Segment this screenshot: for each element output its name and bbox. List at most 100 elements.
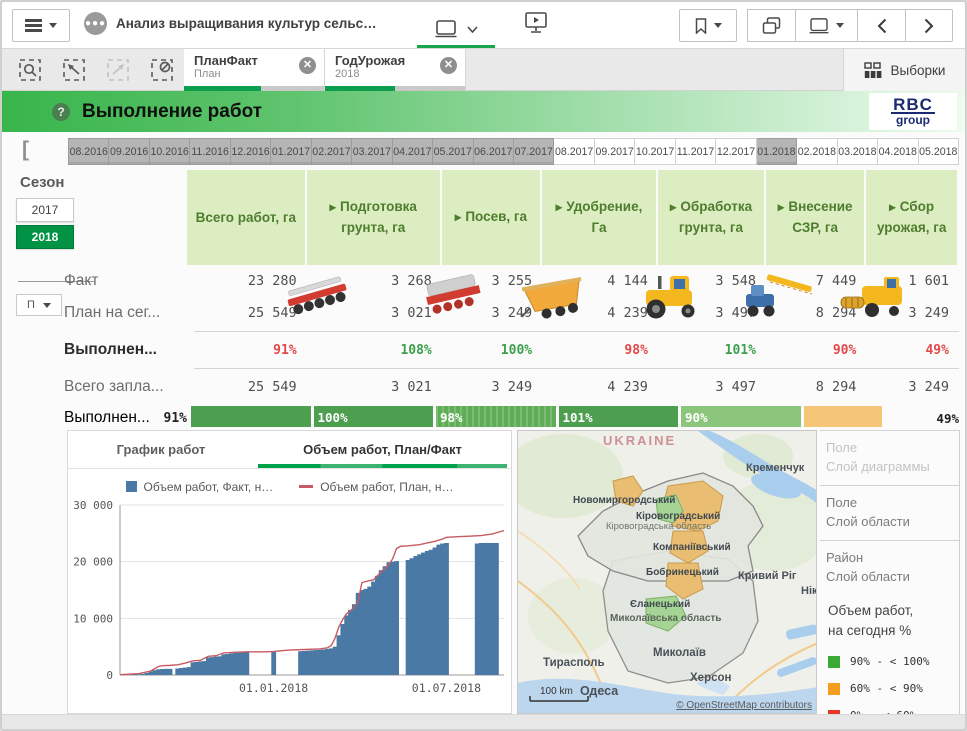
timeline-month[interactable]: 04.2018 [878,138,918,165]
global-menu-button[interactable] [12,9,70,42]
smart-search-button[interactable] [8,49,52,91]
chart-tab[interactable]: График работ [68,431,254,468]
filter-chip[interactable]: ПланФакт План ✕ [184,49,325,91]
selections-grid-icon [864,62,882,79]
map-label-city: Нікоп [801,585,817,597]
redo-selection-icon [106,58,130,82]
chevron-down-icon [714,23,722,28]
timeline-month[interactable]: 12.2016 [231,138,271,165]
map-layer-item[interactable]: ПолеСлой области [820,485,959,540]
selections-panel-button[interactable]: Выборки [843,49,965,91]
kpi-column-header[interactable]: Всего работ, га [187,170,305,265]
timeline-month[interactable]: 01.2017 [271,138,311,165]
timeline-month[interactable]: 05.2018 [919,138,959,165]
kpi-row-label: Факт [64,272,187,290]
legend-swatch [126,481,137,492]
next-sheet-button[interactable] [905,9,953,42]
prev-sheet-button[interactable] [857,9,905,42]
timeline-month[interactable]: 10.2017 [635,138,675,165]
hamburger-icon [25,17,42,35]
drill-arrow-icon: ▶ [778,202,785,212]
chevron-down-icon [43,303,51,308]
filter-field: ГодУрожая [335,53,457,68]
cumulative-chart[interactable]: 010 00020 00030 00001.01.201801.07.2018 [68,497,513,715]
map-layer-item[interactable]: РайонСлой области [820,540,959,595]
timeline-month[interactable]: 09.2017 [595,138,635,165]
page-title: Выполнение работ [82,101,262,123]
kpi-column-header[interactable]: ▶Подготовка грунта, га [307,170,440,265]
kpi-column-header[interactable]: ▶Сбор урожая, га [866,170,957,265]
timeline-month[interactable]: 05.2017 [433,138,473,165]
performance-bar: 90% [681,406,801,427]
rbc-group-logo: RBC group [869,93,957,130]
kpi-column-header[interactable]: ▶Внесение СЗР, га [766,170,864,265]
map-attribution[interactable]: © OpenStreetMap contributors [676,700,812,711]
presentation-button[interactable] [524,12,548,33]
map-label-district: Компаніївський [653,542,731,553]
mini-dropdown-label: П [27,299,35,311]
timeline-month[interactable]: 02.2017 [312,138,352,165]
toolbar-right-group [679,9,953,42]
timeline-month[interactable]: 11.2016 [190,138,230,165]
map-label-city: Тирасполь [543,657,605,669]
step-forward-button[interactable] [96,49,140,91]
timeline-month[interactable]: 03.2017 [352,138,392,165]
filter-field: ПланФакт [194,53,316,68]
kpi-bar-row: Выполнен...91%100%98%101%90%49% [64,403,959,427]
kpi-row-label: Выполнен... [64,341,187,359]
map-card[interactable]: UKRAINE Кременчук Новомиргородський Кіро… [517,430,817,714]
timeline-month[interactable]: 08.2016 [68,138,109,165]
kpi-column-header[interactable]: ▶Удобрение, Га [542,170,656,265]
window-footer [2,714,965,731]
divider [194,368,959,369]
active-sheet-underline [417,45,495,48]
timeline-month[interactable]: 08.2017 [554,138,594,165]
sheet-selector-button[interactable] [415,10,497,48]
svg-text:01.01.2018: 01.01.2018 [239,681,308,695]
filter-chip[interactable]: ГодУрожая 2018 ✕ [325,49,466,91]
sheet-icon [435,20,457,38]
selections-bar: ПланФакт План ✕ ГодУрожая 2018 ✕ Выборки [2,49,965,91]
kpi-header-row: Всего работ, га▶Подготовка грунта, га▶По… [187,170,959,265]
timeline-month[interactable]: 10.2016 [150,138,190,165]
clear-filter-icon[interactable]: ✕ [299,57,316,74]
timeline-month[interactable]: 02.2018 [797,138,837,165]
clear-filter-icon[interactable]: ✕ [440,57,457,74]
map-layer-item[interactable]: ПолеСлой диаграммы [820,430,959,485]
timeline-month[interactable]: 04.2017 [393,138,433,165]
app-chip[interactable]: ●●● Анализ выращивания культур сельс… [84,12,377,35]
kpi-total-row: Всего запла...25 5493 0213 2494 2393 497… [64,371,959,403]
app-window: ●●● Анализ выращивания культур сельс… [0,0,967,731]
duplicate-sheet-button[interactable] [747,9,795,42]
timeline-month[interactable]: 12.2017 [716,138,756,165]
bookmark-button[interactable] [679,9,737,42]
logo-line1: RBC [891,97,935,114]
timeline-month[interactable]: 11.2017 [676,138,716,165]
kpi-column-header[interactable]: ▶Обработка грунта, га [658,170,764,265]
bar-row-lead-value: 91% [147,411,187,426]
kpi-column-header[interactable]: ▶Посев, га [442,170,540,265]
chart-tab[interactable]: Объем работ, План/Факт [254,431,511,468]
app-title: Анализ выращивания культур сельс… [116,16,377,31]
sheet-icon [809,18,829,34]
timeline-month[interactable]: 09.2016 [109,138,149,165]
map-label-district: Новомиргородський [573,495,675,506]
timeline-month[interactable]: 06.2017 [474,138,514,165]
drill-arrow-icon: ▶ [329,202,336,212]
step-back-button[interactable] [52,49,96,91]
clear-selections-button[interactable] [140,49,184,91]
timeline-month[interactable]: 01.2018 [757,138,797,165]
map-label-city: Миколаїв [653,647,706,659]
sheet-list-button[interactable] [795,9,857,42]
kpi-row-label: Выполнен... [64,409,147,427]
performance-bar: 101% [559,406,679,427]
map-scale-label: 100 km [540,686,573,697]
timeline-bracket-icon: [ [22,138,29,162]
map-legend-item: 90% - < 100% [828,655,959,668]
help-icon[interactable]: ? [52,103,70,121]
timeline-month[interactable]: 07.2017 [514,138,554,165]
legend-color-swatch [828,683,840,695]
mini-dropdown[interactable]: П [16,294,62,316]
timeline-month[interactable]: 03.2018 [838,138,878,165]
svg-text:10 000: 10 000 [73,612,113,625]
